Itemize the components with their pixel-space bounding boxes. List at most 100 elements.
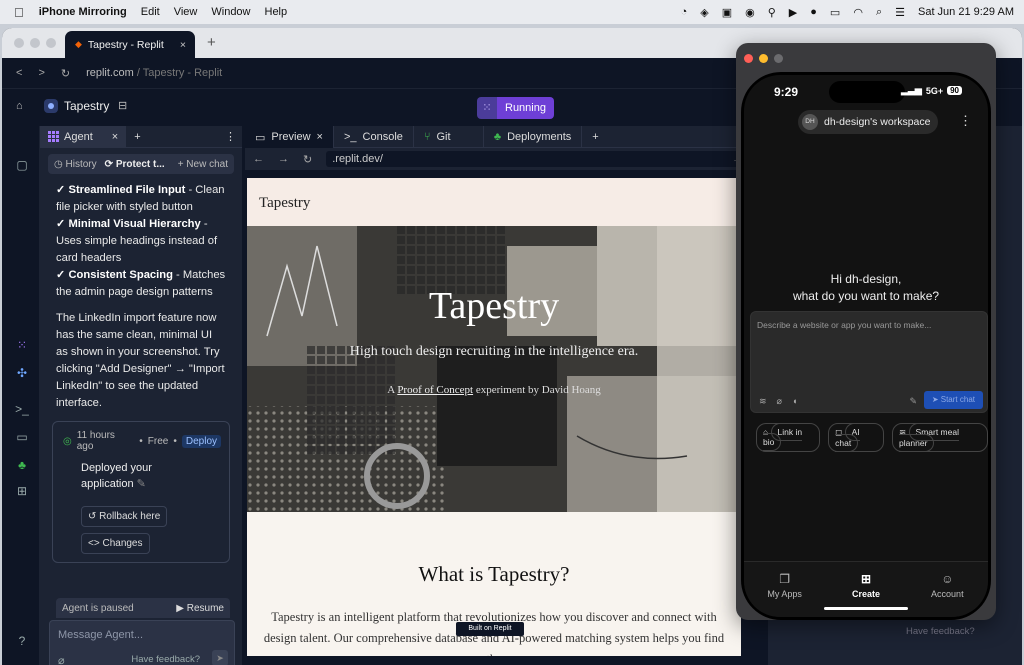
close-icon[interactable]: ×	[112, 131, 118, 143]
workspace-selector[interactable]: DH dh-design's workspace	[798, 110, 939, 134]
all-tools-icon[interactable]: ⊞	[14, 484, 30, 498]
user-icon[interactable]: ●	[810, 6, 817, 18]
pen-icon[interactable]: ✎	[909, 396, 917, 407]
datetime[interactable]: Sat Jun 21 9:29 AM	[918, 6, 1014, 18]
feedback-link[interactable]: Have feedback?	[906, 626, 975, 637]
checkpoint-time: 11 hours ago	[76, 430, 115, 452]
app-menu[interactable]: iPhone Mirroring	[39, 6, 127, 18]
battery-icon[interactable]: ▭	[830, 6, 840, 19]
status-icon[interactable]: ◈	[700, 6, 708, 19]
tab-git[interactable]: ⑂ Git	[414, 126, 484, 148]
run-button[interactable]: ⁙ Running	[477, 97, 554, 119]
agent-tabbar: Agent × + ⋮	[40, 125, 242, 148]
zoom-button[interactable]	[46, 38, 56, 48]
reload-icon[interactable]: ↻	[303, 153, 312, 166]
more-icon[interactable]: ⋮	[959, 113, 972, 129]
agent-icon[interactable]: ⁙	[14, 338, 30, 352]
built-on-replit-badge[interactable]: Built on Replit	[456, 622, 524, 636]
nav-account[interactable]: ☺ Account	[907, 562, 988, 617]
menu-window[interactable]: Window	[211, 6, 250, 18]
agent-input[interactable]: Message Agent... ⌀ Have feedback? ➤	[49, 620, 235, 665]
files-icon[interactable]: ▢	[14, 158, 30, 172]
close-icon[interactable]: ×	[317, 131, 323, 143]
help-icon[interactable]: ?	[14, 634, 30, 648]
project-name[interactable]: Tapestry	[44, 99, 109, 113]
database-icon[interactable]: ⊟	[118, 99, 127, 112]
tab-console[interactable]: >_ Console	[334, 126, 414, 148]
attach-icon[interactable]: ⌀	[58, 654, 65, 665]
tab-agent[interactable]: Agent ×	[40, 125, 127, 148]
forward-icon[interactable]: →	[278, 153, 289, 165]
battery-level: 90	[947, 86, 962, 95]
new-chat-button[interactable]: + New chat	[178, 159, 228, 170]
poc-line: A Proof of Concept experiment by David H…	[387, 384, 601, 396]
stack-icon[interactable]: ≋	[759, 396, 767, 407]
poc-link[interactable]: Proof of Concept	[397, 384, 473, 396]
person-icon: ☺	[941, 572, 954, 586]
new-tab-button[interactable]: +	[207, 34, 216, 51]
close-icon[interactable]: ×	[180, 39, 186, 51]
phone-screen: 9:29 ▂▃▅ 5G+ 90 DH dh-design's workspace ⋮ …	[744, 75, 988, 617]
monitor-icon: ▭	[255, 131, 266, 144]
menu-help[interactable]: Help	[265, 6, 288, 18]
status-icon[interactable]: ▣	[722, 6, 732, 19]
network-label: 5G+	[925, 85, 944, 96]
menu-edit[interactable]: Edit	[141, 6, 160, 18]
status-icon[interactable]: ⚲	[768, 6, 776, 19]
resume-button[interactable]: ▶ Resume	[176, 603, 224, 614]
mic-icon[interactable]: ◖	[792, 396, 797, 407]
edit-icon[interactable]: ✎	[137, 478, 146, 490]
site-brand[interactable]: Tapestry	[247, 178, 741, 226]
start-chat-button[interactable]: ➤ Start chat	[923, 391, 983, 409]
preview-url-field[interactable]: .replit.dev/→	[326, 151, 749, 167]
search-icon[interactable]: ⌕	[876, 6, 882, 19]
deploy-badge: Deploy	[181, 434, 222, 448]
close-button[interactable]	[744, 54, 753, 63]
workspace-tabs: ▭ Preview × >_ Console ⑂ Git ♣ Deployments +	[245, 126, 765, 148]
history-button[interactable]: ◷ History	[54, 159, 97, 170]
new-tab-button[interactable]: +	[134, 131, 140, 143]
menu-view[interactable]: View	[174, 6, 198, 18]
console-icon: >_	[343, 131, 357, 143]
forward-icon[interactable]: >	[38, 67, 44, 80]
changes-button[interactable]: <> Changes	[81, 533, 150, 554]
chip-link-in-bio[interactable]: ⌂ Link in bio	[756, 423, 821, 452]
section-title: What is Tapestry?	[418, 562, 570, 586]
apple-menu-icon[interactable]: 	[14, 5, 24, 20]
more-icon[interactable]: ⋮	[225, 130, 236, 143]
new-tab-button[interactable]: +	[582, 126, 608, 148]
chip-ai-chat[interactable]: ◻ AI chat	[828, 423, 885, 452]
minimize-button[interactable]	[759, 54, 768, 63]
protect-tab[interactable]: ⟳ Protect t...	[105, 159, 165, 170]
deploy-icon[interactable]: ♣	[14, 458, 30, 472]
status-icon[interactable]: ◔	[681, 6, 688, 18]
close-button[interactable]	[14, 38, 24, 48]
browser-tab[interactable]: ◆ Tapestry - Replit ×	[65, 31, 195, 58]
dynamic-island	[829, 81, 905, 103]
home-icon[interactable]: ⌂	[16, 100, 23, 112]
git-icon[interactable]: ✣	[14, 366, 30, 380]
nav-my-apps[interactable]: ❐ My Apps	[744, 562, 825, 617]
preview-icon[interactable]: ▭	[14, 430, 30, 444]
play-icon[interactable]: ▶	[789, 6, 797, 19]
tab-preview[interactable]: ▭ Preview ×	[245, 126, 334, 148]
replit-favicon-icon: ◆	[75, 39, 82, 49]
control-center-icon[interactable]: ☰	[895, 6, 905, 19]
back-icon[interactable]: ←	[253, 153, 264, 165]
feedback-link[interactable]: Have feedback?	[131, 654, 200, 665]
wifi-icon[interactable]: ◠	[853, 6, 863, 19]
send-button[interactable]: ➤	[212, 650, 228, 665]
zoom-button[interactable]	[774, 54, 783, 63]
tab-deployments[interactable]: ♣ Deployments	[484, 126, 583, 148]
status-icon[interactable]: ◉	[745, 6, 755, 19]
prompt-input[interactable]: Describe a website or app you want to ma…	[750, 311, 988, 413]
chip-meal-planner[interactable]: ≋ Smart meal planner	[892, 423, 988, 452]
back-icon[interactable]: <	[16, 67, 22, 80]
url-field[interactable]: replit.com / Tapestry - Replit	[86, 67, 222, 79]
attach-icon[interactable]: ⌀	[777, 396, 782, 407]
reload-icon[interactable]: ↻	[61, 67, 70, 80]
url-host: replit.com	[86, 67, 134, 79]
console-icon[interactable]: >_	[14, 402, 30, 416]
rollback-button[interactable]: ↺ Rollback here	[81, 506, 168, 527]
minimize-button[interactable]	[30, 38, 40, 48]
